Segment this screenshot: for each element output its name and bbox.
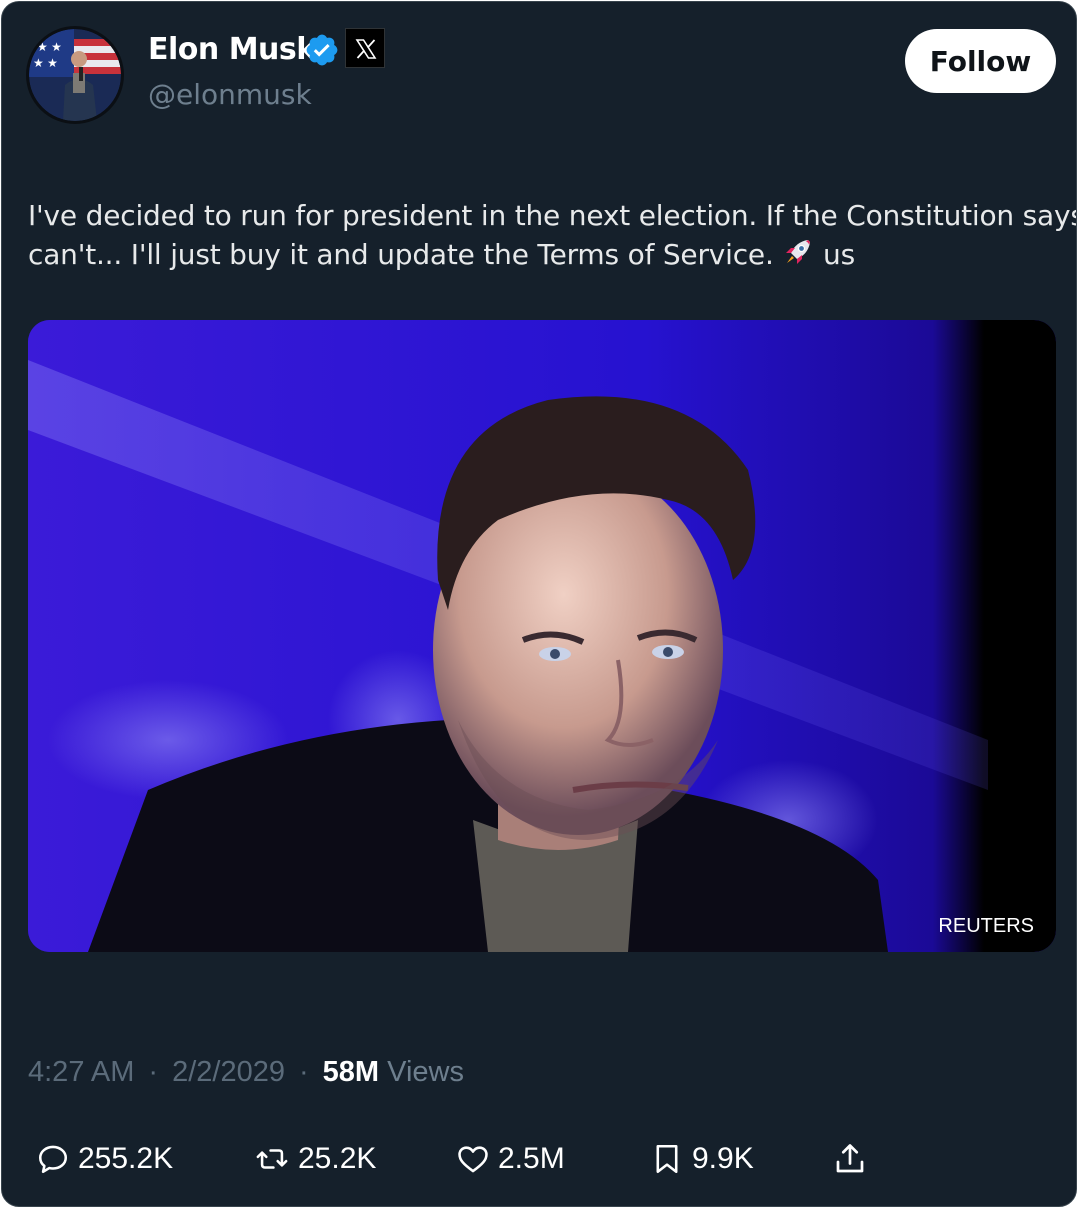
tweet-text-line-2: can't... I'll just buy it and update the…	[28, 235, 1058, 274]
author-handle[interactable]: @elonmusk	[148, 78, 312, 111]
repost-icon	[256, 1149, 288, 1169]
meta-separator: ·	[298, 1056, 309, 1088]
tweet-time[interactable]: 4:27 AM	[28, 1056, 134, 1088]
views-count: 58M	[322, 1056, 380, 1088]
svg-text:★ ★: ★ ★	[33, 56, 58, 70]
tweet-text-line-2-start: can't... I'll just buy it and update the…	[28, 238, 783, 271]
follow-button[interactable]: Follow	[905, 29, 1056, 93]
avatar[interactable]: ★ ★ ★ ★	[26, 26, 124, 124]
tweet-media-image[interactable]: REUTERS	[28, 320, 1056, 952]
meta-separator: ·	[148, 1056, 159, 1088]
tweet-text-line-1: I've decided to run for president in the…	[28, 199, 1077, 232]
reply-button[interactable]: 255.2K	[36, 1132, 173, 1186]
bookmark-button[interactable]: 9.9K	[650, 1132, 754, 1186]
share-button[interactable]	[832, 1132, 876, 1186]
repost-count: 25.2K	[298, 1142, 377, 1175]
tweet-text: I've decided to run for president in the…	[28, 196, 1077, 274]
reply-count: 255.2K	[78, 1142, 174, 1175]
share-icon	[836, 1144, 864, 1173]
tweet-meta: 4:27 AM · 2/2/2029 · 58M Views	[28, 1056, 464, 1089]
tweet-card: ★ ★ ★ ★ Elon Musk @elonmusk Follow I've …	[1, 1, 1077, 1207]
svg-text:★ ★: ★ ★	[37, 40, 62, 54]
repost-button[interactable]: 25.2K	[254, 1132, 376, 1186]
bookmark-count: 9.9K	[692, 1142, 754, 1175]
tweet-text-line-2-end: us	[814, 238, 855, 271]
verified-badge-icon	[306, 34, 338, 66]
x-logo-icon	[345, 28, 385, 68]
bookmark-icon	[656, 1144, 678, 1174]
tweet-date[interactable]: 2/2/2029	[172, 1056, 285, 1088]
reply-icon	[38, 1145, 68, 1174]
action-bar: 255.2K 25.2K 2.5M 9.9K	[2, 1132, 1076, 1186]
rocket-icon	[786, 240, 811, 264]
like-button[interactable]: 2.5M	[456, 1132, 565, 1186]
author-name[interactable]: Elon Musk	[148, 32, 316, 67]
like-count: 2.5M	[498, 1142, 565, 1175]
views-label: Views	[387, 1056, 464, 1088]
heart-icon	[458, 1146, 488, 1173]
media-credit: REUTERS	[938, 915, 1034, 937]
